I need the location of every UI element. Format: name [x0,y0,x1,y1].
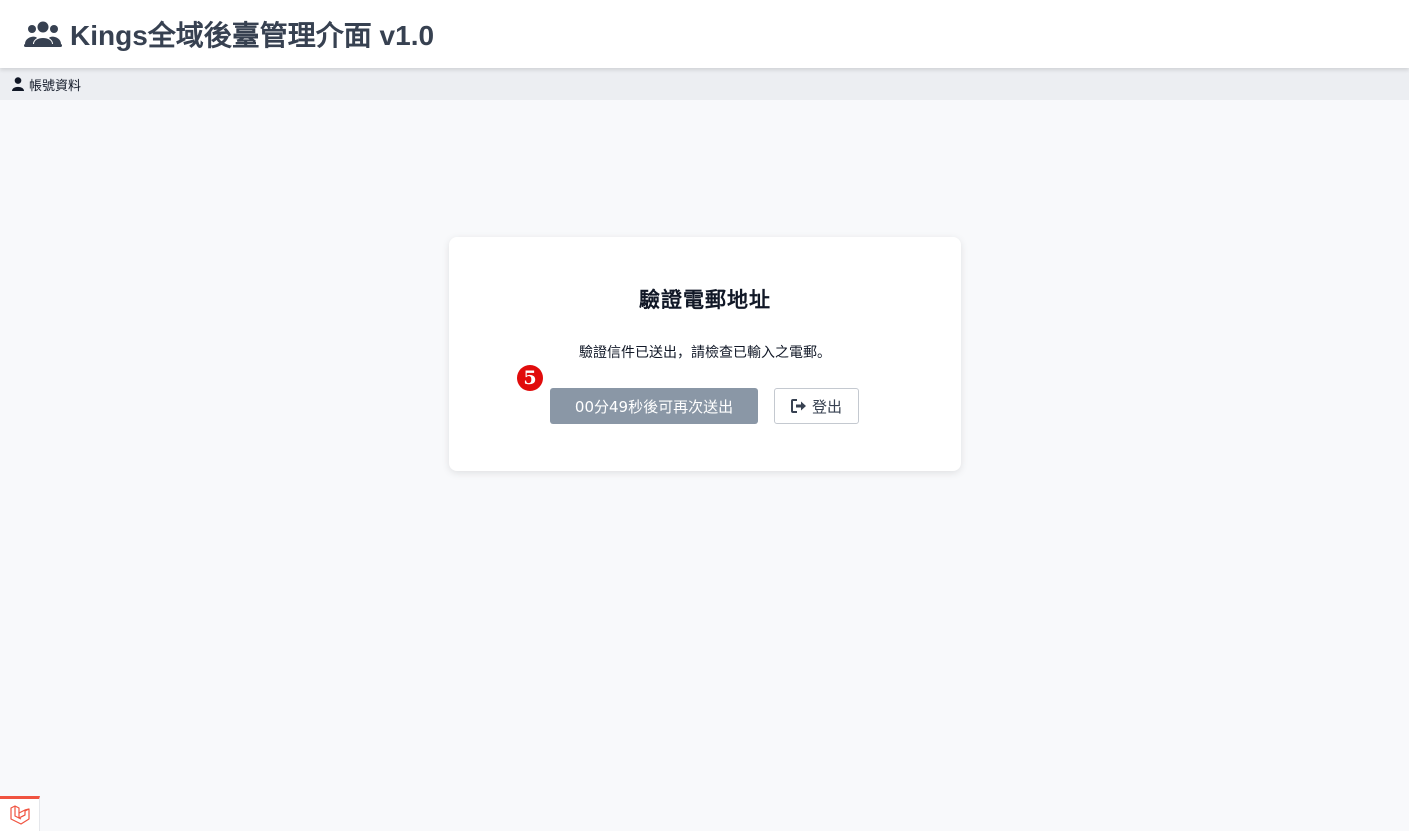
step-number-badge: 5 [517,365,543,391]
nav-item-account-label: 帳號資料 [29,78,82,94]
sign-out-icon [790,399,807,413]
user-icon [12,77,24,91]
sub-navigation: 帳號資料 [0,68,1409,100]
users-icon [24,20,62,48]
debugbar-toggle[interactable] [0,796,40,831]
card-title: 驗證電郵地址 [639,288,771,312]
verify-email-card: 驗證電郵地址 驗證信件已送出，請檢查已輸入之電郵。 5 00分49秒後可再次送出… [449,237,961,471]
logout-button[interactable]: 登出 [774,388,859,424]
nav-item-account[interactable]: 帳號資料 [12,76,82,94]
brand-link[interactable]: Kings全域後臺管理介面 v1.0 [24,14,434,54]
top-header: Kings全域後臺管理介面 v1.0 [0,0,1409,68]
resend-verification-button[interactable]: 00分49秒後可再次送出 [550,388,758,424]
verification-message: 驗證信件已送出，請檢查已輸入之電郵。 [579,345,831,361]
laravel-logo-icon [9,804,31,826]
logout-button-label: 登出 [811,397,842,416]
app-title: Kings全域後臺管理介面 v1.0 [70,20,435,51]
